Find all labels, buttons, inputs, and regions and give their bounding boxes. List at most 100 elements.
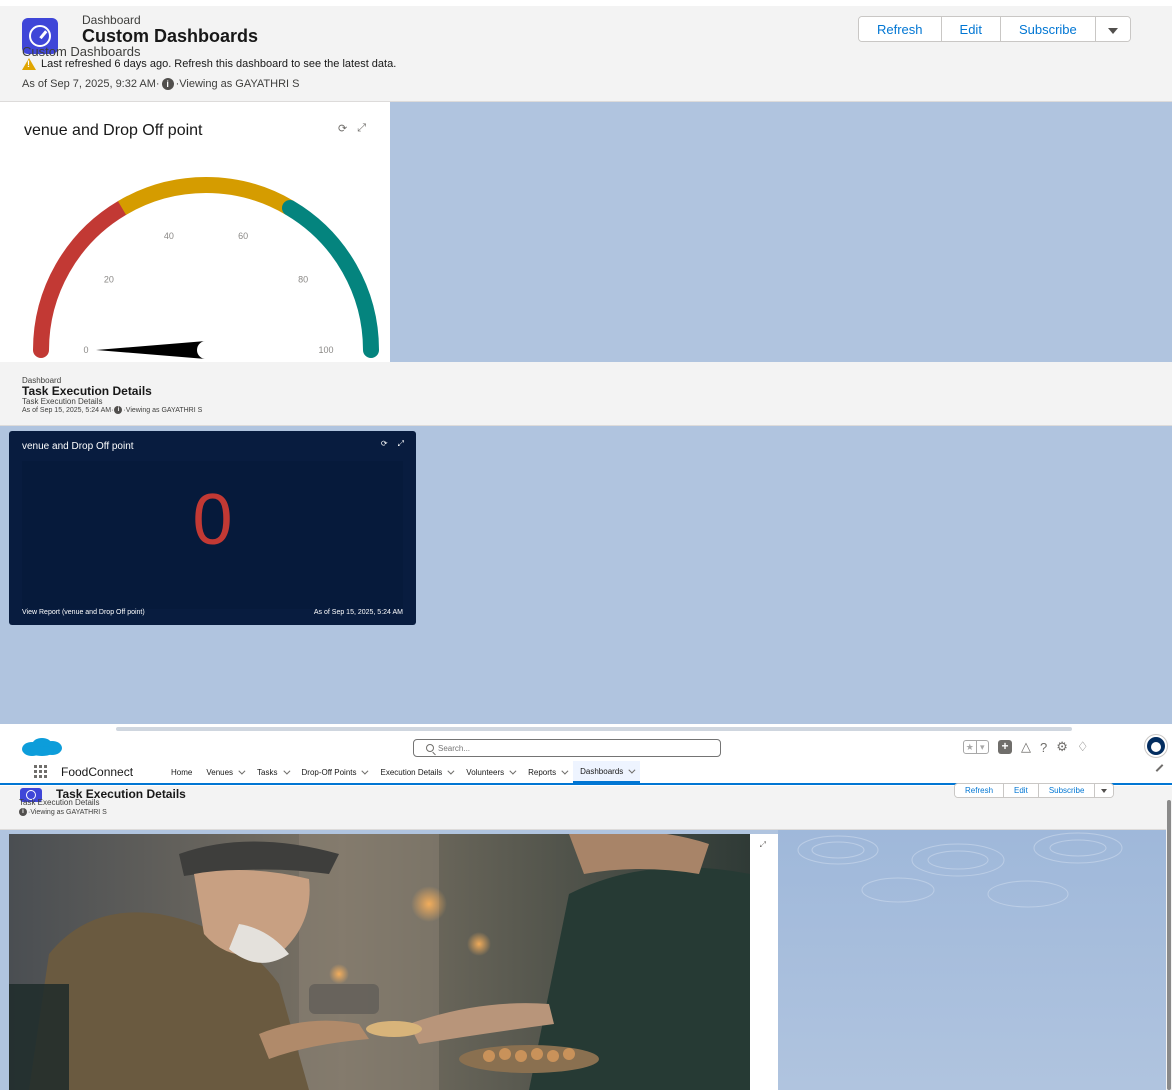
- as-of-line: As of Sep 15, 2025, 5:24 AM· i ·Viewing …: [22, 406, 202, 414]
- dashboard-actions: Refresh Edit Subscribe: [858, 16, 1131, 42]
- nav-tab-label: Dashboards: [580, 766, 624, 776]
- info-icon[interactable]: i: [19, 808, 27, 816]
- dashboard-canvas: [390, 102, 1172, 362]
- gauge-tick-label: 80: [298, 274, 308, 284]
- view-report-link[interactable]: View Report (venue and Drop Off point): [22, 609, 145, 616]
- search-icon: [426, 744, 434, 752]
- metric-value: 0: [192, 480, 233, 560]
- app-name: FoodConnect: [61, 765, 134, 779]
- trailhead-icon[interactable]: △: [1021, 739, 1031, 755]
- salesforce-logo-icon[interactable]: [20, 737, 64, 757]
- widget-title: venue and Drop Off point: [24, 122, 203, 139]
- nav-tab-label: Drop-Off Points: [301, 767, 357, 777]
- help-icon[interactable]: ?: [1040, 740, 1047, 755]
- widget-title: venue and Drop Off point: [22, 441, 134, 452]
- gauge-chart: 0 20 40 60 80 100: [33, 177, 379, 359]
- info-icon[interactable]: i: [114, 406, 123, 414]
- nav-tab-label: Volunteers: [466, 767, 505, 777]
- more-actions-button[interactable]: [1095, 784, 1114, 797]
- avatar[interactable]: [1145, 735, 1167, 757]
- refresh-icon[interactable]: ⟳: [338, 122, 347, 135]
- viewing-as: ·Viewing as GAYATHRI S: [123, 406, 203, 414]
- gauge-needle: [96, 341, 206, 359]
- nav-tab-venues[interactable]: Venues: [199, 761, 250, 783]
- refresh-button[interactable]: Refresh: [955, 784, 1005, 797]
- horizontal-scrollbar[interactable]: [116, 727, 1072, 731]
- subscribe-button[interactable]: Subscribe: [1038, 784, 1096, 797]
- nav-tabs: Home Venues Tasks Drop-Off Points Execution …: [164, 761, 641, 783]
- expand-icon[interactable]: ⤢: [398, 439, 404, 449]
- nav-tab-drop-off-points[interactable]: Drop-Off Points: [295, 761, 374, 783]
- widget-as-of: As of Sep 15, 2025, 5:24 AM: [313, 609, 403, 616]
- widget-tools: ⟳ ⤢: [381, 439, 404, 449]
- chevron-down-icon[interactable]: [361, 767, 369, 775]
- nav-tab-reports[interactable]: Reports: [521, 761, 573, 783]
- app-launcher-icon[interactable]: [34, 765, 47, 778]
- nav-tab-label: Home: [171, 767, 193, 777]
- chevron-down-icon[interactable]: [509, 767, 517, 775]
- warning-icon: [22, 58, 36, 70]
- global-header: ★▾ + △ ? ⚙ ♢: [0, 733, 1172, 761]
- edit-button[interactable]: Edit: [1004, 784, 1039, 797]
- dashboard-actions-3: Refresh Edit Subscribe: [954, 783, 1115, 798]
- gauge-tick-label: 60: [238, 231, 248, 241]
- chevron-down-icon[interactable]: [238, 767, 246, 775]
- background-pattern: [778, 830, 1168, 1090]
- more-actions-button[interactable]: [1095, 17, 1130, 41]
- gauge-tick-label: 20: [104, 274, 114, 284]
- widget-tools: ⟳ ⤢: [338, 122, 366, 135]
- refresh-icon[interactable]: ⟳: [381, 439, 388, 449]
- chevron-down-icon[interactable]: [282, 767, 290, 775]
- chevron-down-icon[interactable]: [628, 766, 636, 774]
- app-navigation: FoodConnect Home Venues Tasks Drop-Off Poin…: [0, 761, 1172, 785]
- metric-widget: venue and Drop Off point ⟳ ⤢ 0 View Repo…: [9, 431, 416, 625]
- viewing-line: i ·Viewing as GAYATHRI S: [19, 808, 107, 816]
- chevron-down-icon: [1107, 27, 1118, 34]
- expand-icon[interactable]: ⤢: [760, 840, 766, 850]
- page-subtitle: Task Execution Details: [22, 397, 103, 406]
- refresh-warning-text: Last refreshed 6 days ago. Refresh this …: [41, 58, 397, 70]
- header-eyebrow: Dashboard: [82, 13, 141, 27]
- viewing-as: ·Viewing as GAYATHRI S: [28, 808, 107, 816]
- nav-tab-home[interactable]: Home: [164, 761, 199, 783]
- page-title: Task Execution Details: [22, 384, 152, 398]
- search-input[interactable]: [438, 743, 698, 753]
- viewing-as: ·Viewing as GAYATHRI S: [175, 78, 300, 90]
- vertical-scrollbar[interactable]: [1166, 792, 1172, 1090]
- nav-tab-tasks[interactable]: Tasks: [250, 761, 294, 783]
- nav-tab-label: Tasks: [257, 767, 278, 777]
- chevron-down-icon[interactable]: [561, 767, 569, 775]
- chevron-down-icon[interactable]: [447, 767, 455, 775]
- global-actions-icon[interactable]: +: [998, 740, 1012, 754]
- nav-tab-label: Reports: [528, 767, 557, 777]
- nav-tab-volunteers[interactable]: Volunteers: [459, 761, 521, 783]
- page-subtitle: Task Execution Details: [19, 798, 100, 807]
- chevron-down-icon: [1101, 789, 1108, 793]
- widget-tools: ⤢: [760, 840, 766, 850]
- nav-tab-label: Execution Details: [380, 767, 443, 777]
- food-donation-photo: [9, 834, 750, 1090]
- nav-tab-dashboards[interactable]: Dashboards: [573, 761, 641, 783]
- gauge-band-1: [117, 177, 295, 215]
- info-icon[interactable]: i: [161, 78, 174, 90]
- nav-tab-execution-details[interactable]: Execution Details: [373, 761, 459, 783]
- image-widget: ⤢: [9, 834, 778, 1090]
- gauge-widget: venue and Drop Off point ⟳ ⤢ 0 20 40 60 80 10…: [8, 110, 390, 362]
- dashboard-header-2: Dashboard Task Execution Details Task Ex…: [0, 362, 1172, 426]
- page-subtitle: Custom Dashboards: [22, 44, 141, 59]
- favorites-icon[interactable]: ★ ▾: [963, 740, 989, 754]
- global-search[interactable]: [413, 739, 721, 757]
- edit-button[interactable]: Edit: [941, 17, 1001, 41]
- edit-nav-icon[interactable]: [1155, 764, 1164, 772]
- gear-icon[interactable]: ⚙: [1056, 739, 1068, 755]
- as-of-date: As of Sep 7, 2025, 9:32 AM·: [22, 78, 160, 90]
- nav-tab-label: Venues: [206, 767, 234, 777]
- gauge-tick-label: 0: [83, 345, 88, 355]
- metric-body: 0: [22, 461, 403, 609]
- gauge-tick-label: 40: [164, 231, 174, 241]
- expand-icon[interactable]: ⤢: [357, 122, 366, 135]
- subscribe-button[interactable]: Subscribe: [1000, 17, 1096, 41]
- as-of-date: As of Sep 15, 2025, 5:24 AM·: [22, 406, 114, 414]
- refresh-button[interactable]: Refresh: [859, 17, 942, 41]
- bell-icon[interactable]: ♢: [1077, 739, 1089, 755]
